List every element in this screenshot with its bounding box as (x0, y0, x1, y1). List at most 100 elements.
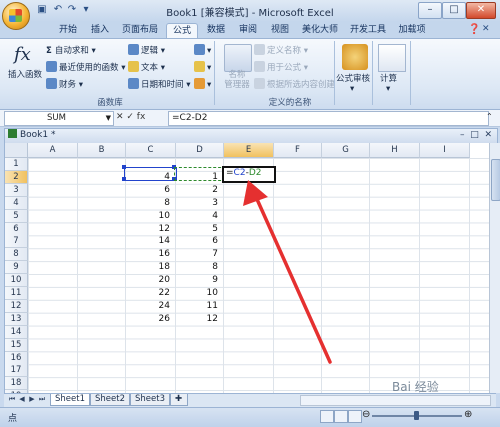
cell-c6[interactable]: 12 (126, 223, 170, 235)
scroll-thumb[interactable] (491, 159, 500, 201)
tab-data[interactable]: 数据 (202, 23, 230, 38)
row-header-17[interactable]: 17 (5, 364, 28, 378)
sheet-tab-sheet3[interactable]: Sheet3 (130, 394, 170, 406)
column-header-b[interactable]: B (78, 143, 126, 158)
cell-d11[interactable]: 10 (176, 287, 218, 299)
workbook-window-controls[interactable]: – □ ✕ (460, 129, 492, 141)
sheet-tab-sheet2[interactable]: Sheet2 (90, 394, 130, 406)
minimize-button[interactable]: – (418, 2, 442, 19)
expand-formula-bar-icon[interactable]: ⌃ (486, 112, 493, 121)
column-header-i[interactable]: I (420, 143, 470, 158)
cell-c4[interactable]: 8 (126, 197, 170, 209)
cell-c8[interactable]: 16 (126, 248, 170, 260)
row-header-11[interactable]: 11 (5, 287, 28, 300)
page-layout-view-icon[interactable] (334, 410, 348, 423)
tab-review[interactable]: 审阅 (234, 23, 262, 38)
normal-view-icon[interactable] (320, 410, 334, 423)
math-trig-button[interactable]: ▾ (194, 61, 211, 73)
cell-d7[interactable]: 6 (176, 235, 218, 247)
row-header-5[interactable]: 5 (5, 209, 28, 223)
cell-c5[interactable]: 10 (126, 210, 170, 222)
formula-bar-buttons[interactable]: ✕ ✓ fx (116, 111, 166, 124)
row-header-10[interactable]: 10 (5, 274, 28, 288)
first-sheet-icon[interactable]: ⏮ (8, 395, 16, 404)
new-sheet-icon[interactable]: ✚ (170, 394, 188, 406)
formula-input[interactable]: =C2-D2 (168, 111, 489, 126)
tab-beautify[interactable]: 美化大师 (298, 23, 342, 38)
row-header-12[interactable]: 12 (5, 299, 28, 313)
close-button[interactable]: ✕ (466, 2, 496, 19)
row-header-3[interactable]: 3 (5, 183, 28, 197)
row-header-8[interactable]: 8 (5, 248, 28, 262)
row-header-4[interactable]: 4 (5, 196, 28, 210)
column-header-d[interactable]: D (176, 143, 224, 158)
formula-auditing-button[interactable]: 公式审核 ▾ (336, 72, 370, 94)
cell-d12[interactable]: 11 (176, 300, 218, 312)
zoom-out-icon[interactable]: ⊖ (362, 409, 370, 420)
tab-view[interactable]: 视图 (266, 23, 294, 38)
financial-button[interactable]: 财务 ▾ (46, 78, 83, 90)
last-sheet-icon[interactable]: ⏭ (38, 395, 46, 404)
row-header-7[interactable]: 7 (5, 235, 28, 249)
row-header-9[interactable]: 9 (5, 261, 28, 275)
range-handle[interactable] (122, 177, 126, 181)
name-manager-button[interactable]: 名称 管理器 (222, 70, 252, 90)
row-header-16[interactable]: 16 (5, 351, 28, 365)
row-header-13[interactable]: 13 (5, 312, 28, 326)
office-button-icon[interactable] (2, 2, 30, 30)
select-all-corner[interactable] (5, 143, 28, 158)
datetime-button[interactable]: 日期和时间 ▾ (128, 78, 190, 90)
next-sheet-icon[interactable]: ▶ (28, 395, 36, 404)
recent-functions-button[interactable]: 最近使用的函数 ▾ (46, 61, 125, 73)
cell-d13[interactable]: 12 (176, 313, 218, 325)
use-in-formula-button[interactable]: 用于公式 ▾ (254, 61, 308, 73)
text-button[interactable]: 文本 ▾ (128, 61, 165, 73)
create-from-selection-button[interactable]: 根据所选内容创建 (254, 78, 335, 90)
tab-insert[interactable]: 插入 (86, 23, 114, 38)
sheet-tab-sheet1[interactable]: Sheet1 (50, 394, 90, 406)
name-box[interactable]: SUM ▼ (4, 111, 114, 126)
tab-home[interactable]: 开始 (54, 23, 82, 38)
chevron-down-icon[interactable]: ▼ (106, 112, 111, 125)
ribbon-close-icon[interactable]: ✕ (482, 24, 490, 34)
calculation-button[interactable]: 计算 ▾ (380, 72, 397, 94)
cell-d3[interactable]: 2 (176, 184, 218, 196)
column-header-h[interactable]: H (370, 143, 420, 158)
tab-page-layout[interactable]: 页面布局 (118, 23, 162, 38)
autosum-button[interactable]: Σ 自动求和 ▾ (46, 44, 96, 56)
cell-d8[interactable]: 7 (176, 248, 218, 260)
column-header-c[interactable]: C (126, 143, 176, 158)
cell-d6[interactable]: 5 (176, 223, 218, 235)
help-icon[interactable]: ❓ (468, 24, 480, 35)
column-header-f[interactable]: F (274, 143, 322, 158)
horizontal-scrollbar[interactable] (300, 395, 491, 406)
vertical-scrollbar[interactable] (489, 143, 500, 393)
row-header-2[interactable]: 2 (5, 170, 28, 184)
cell-c11[interactable]: 22 (126, 287, 170, 299)
cell-c12[interactable]: 24 (126, 300, 170, 312)
tab-addins[interactable]: 加载项 (394, 23, 430, 38)
row-header-14[interactable]: 14 (5, 325, 28, 339)
cell-c7[interactable]: 14 (126, 235, 170, 247)
column-header-g[interactable]: G (322, 143, 370, 158)
row-header-6[interactable]: 6 (5, 222, 28, 236)
define-name-button[interactable]: 定义名称 ▾ (254, 44, 308, 56)
insert-function-icon[interactable]: fx (14, 44, 31, 65)
zoom-in-icon[interactable]: ⊕ (464, 409, 472, 420)
tab-formulas[interactable]: 公式 (166, 23, 198, 39)
cell-c3[interactable]: 6 (126, 184, 170, 196)
row-header-15[interactable]: 15 (5, 338, 28, 352)
cell-d4[interactable]: 3 (176, 197, 218, 209)
cell-d5[interactable]: 4 (176, 210, 218, 222)
cell-c9[interactable]: 18 (126, 261, 170, 273)
cell-c13[interactable]: 26 (126, 313, 170, 325)
page-break-view-icon[interactable] (348, 410, 362, 423)
tab-developer[interactable]: 开发工具 (346, 23, 390, 38)
lookup-button[interactable]: ▾ (194, 44, 211, 56)
insert-function-button[interactable]: 插入函数 (8, 68, 42, 80)
cell-d10[interactable]: 9 (176, 274, 218, 286)
range-handle[interactable] (122, 165, 126, 169)
zoom-slider-knob[interactable] (414, 411, 419, 420)
cell-d9[interactable]: 8 (176, 261, 218, 273)
maximize-button[interactable]: □ (442, 2, 466, 19)
